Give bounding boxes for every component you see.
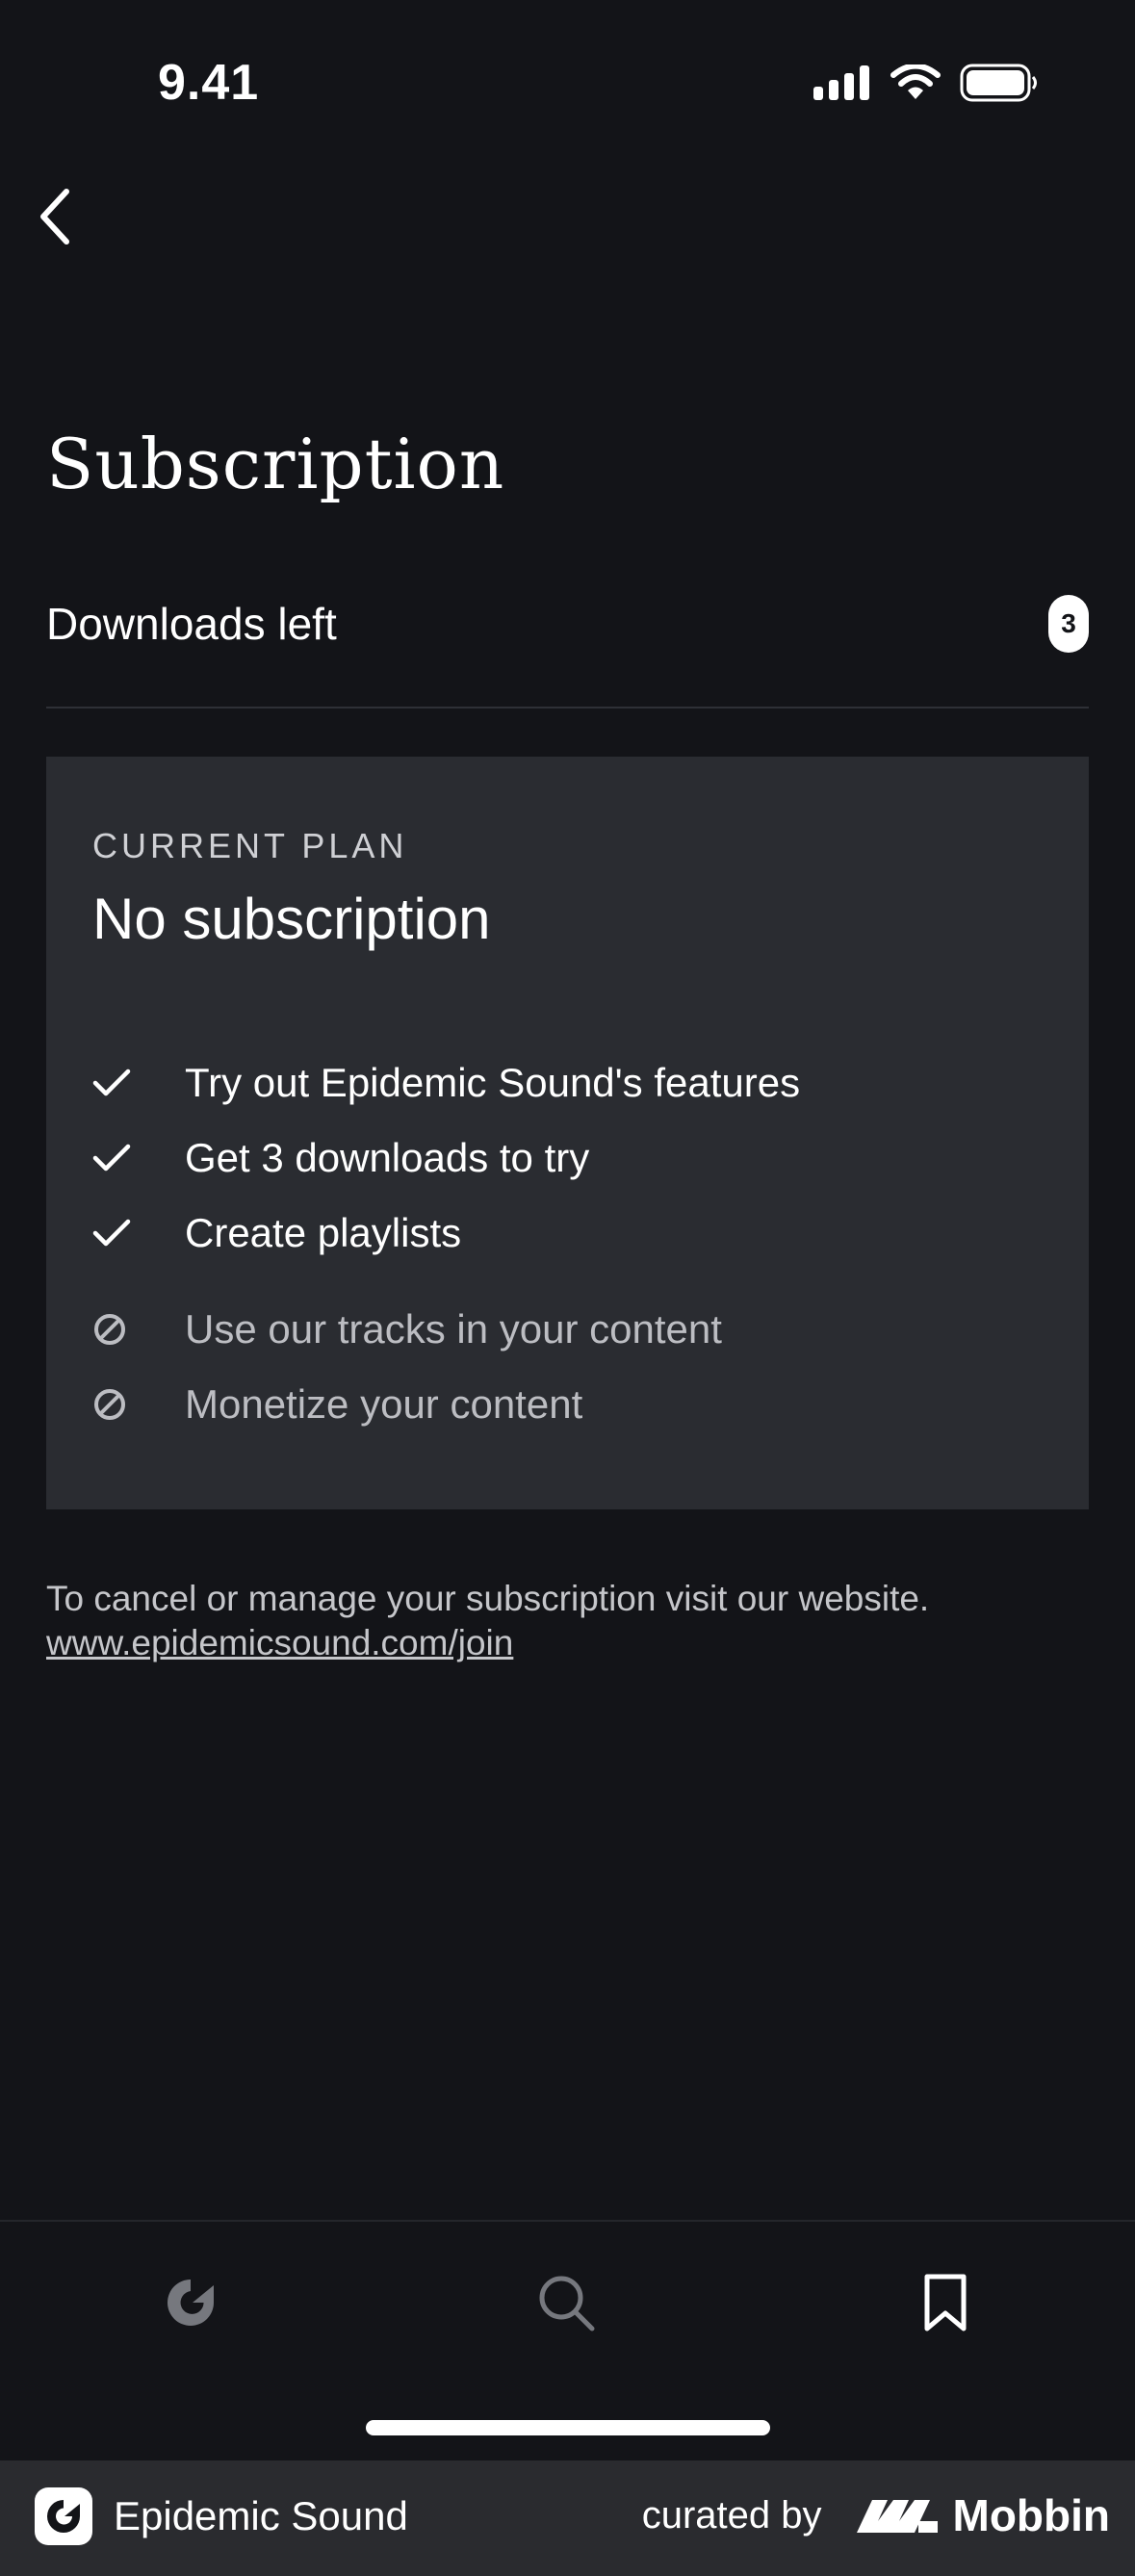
attribution-bar: Epidemic Sound curated by Mobbin: [0, 2460, 1135, 2576]
feature-list: Try out Epidemic Sound's features Get 3 …: [92, 1045, 1045, 1442]
plan-name: No subscription: [92, 887, 491, 951]
check-icon: [92, 1144, 131, 1172]
curator-name: Mobbin: [952, 2490, 1111, 2540]
feature-label: Use our tracks in your content: [185, 1306, 722, 1352]
curated-by: curated by Mobbin: [642, 2489, 1110, 2541]
tab-saved[interactable]: [888, 2245, 1003, 2360]
feature-label: Create playlists: [185, 1210, 462, 1255]
check-icon: [92, 1219, 131, 1247]
check-icon: [92, 1069, 131, 1096]
website-link[interactable]: www.epidemicsound.com/join: [46, 1621, 1089, 1665]
epidemic-home-icon: [168, 2280, 214, 2326]
mobbin-logo: Mobbin: [855, 2489, 1111, 2541]
plan-eyebrow: CURRENT PLAN: [92, 826, 408, 865]
footer-note-text: To cancel or manage your subscription vi…: [46, 1579, 930, 1618]
feature-label: Try out Epidemic Sound's features: [185, 1060, 801, 1105]
feature-label: Get 3 downloads to try: [185, 1135, 590, 1180]
feature-excluded: Use our tracks in your content: [92, 1292, 1045, 1367]
downloads-count-badge: 3: [1048, 595, 1089, 653]
footer-note: To cancel or manage your subscription vi…: [46, 1577, 1089, 1665]
app-brand: Epidemic Sound: [35, 2487, 408, 2545]
status-time: 9.41: [158, 55, 260, 111]
wifi-icon: [890, 64, 941, 99]
signal-icon: [813, 65, 869, 100]
home-indicator: [366, 2420, 770, 2435]
feature-excluded: Monetize your content: [92, 1367, 1045, 1442]
feature-included: Create playlists: [92, 1196, 1045, 1271]
back-button[interactable]: [21, 183, 89, 250]
page-title: Subscription: [46, 424, 505, 504]
feature-label: Monetize your content: [185, 1381, 583, 1427]
epidemic-sound-logo-icon: [35, 2487, 92, 2545]
curated-label: curated by: [641, 2493, 822, 2537]
chevron-left-icon: [40, 189, 69, 245]
app-name: Epidemic Sound: [114, 2493, 408, 2538]
feature-included: Try out Epidemic Sound's features: [92, 1045, 1045, 1121]
bookmark-icon: [924, 2274, 967, 2331]
feature-included: Get 3 downloads to try: [92, 1121, 1045, 1196]
status-icons: [813, 64, 1039, 102]
current-plan-card: CURRENT PLAN No subscription Try out Epi…: [46, 757, 1089, 1509]
downloads-row: Downloads left 3: [46, 578, 1089, 708]
downloads-label: Downloads left: [46, 599, 337, 649]
battery-icon: [960, 64, 1037, 102]
status-bar: 9.41: [0, 0, 1135, 164]
search-icon: [539, 2276, 595, 2331]
prohibited-icon: [94, 1314, 125, 1345]
tab-home[interactable]: [133, 2245, 248, 2360]
mobbin-mark-icon: [856, 2500, 938, 2533]
prohibited-icon: [94, 1389, 125, 1420]
tab-search[interactable]: [508, 2245, 624, 2360]
